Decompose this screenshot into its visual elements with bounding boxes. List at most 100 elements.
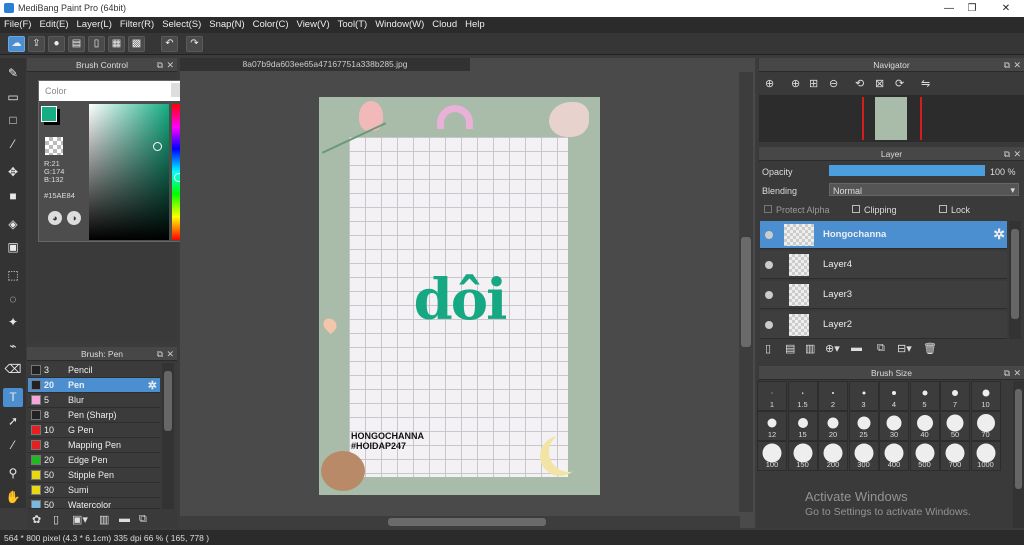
duplicate-layer-icon[interactable]: ⧉ — [877, 342, 885, 355]
brush-size-option[interactable]: 1 — [757, 381, 787, 411]
chat-icon[interactable]: ● — [48, 36, 65, 52]
brush-size-option[interactable]: 500 — [909, 441, 940, 471]
close-button[interactable]: ✕ — [991, 0, 1021, 17]
brush-size-option[interactable]: 30 — [879, 411, 909, 441]
rotate-left-icon[interactable]: ⟲ — [855, 77, 864, 90]
menu-layer[interactable]: Layer(L) — [73, 17, 116, 32]
brush-size-option[interactable]: 70 — [970, 411, 1001, 441]
menu-filter[interactable]: Filter(R) — [116, 17, 158, 32]
maximize-button[interactable]: ❐ — [957, 0, 987, 17]
magic-wand-tool-icon[interactable]: ✦ — [3, 313, 23, 332]
layer-row[interactable]: Hongochanna ✲ — [760, 221, 1007, 249]
brush-item[interactable]: 5 Blur — [28, 393, 160, 408]
menu-tool[interactable]: Tool(T) — [334, 17, 372, 32]
divide-tool-icon[interactable]: ⁄ — [3, 436, 23, 455]
float-icon[interactable]: ⧉ — [1004, 58, 1010, 72]
menu-edit[interactable]: Edit(E) — [35, 17, 72, 32]
brush-item[interactable]: 50 Watercolor — [28, 498, 160, 509]
share-icon[interactable]: ⇪ — [28, 36, 45, 52]
brush-item[interactable]: 3 Pencil — [28, 363, 160, 378]
horizontal-scrollbar[interactable] — [180, 516, 740, 528]
protect-alpha-checkbox[interactable] — [764, 205, 772, 213]
sv-cursor[interactable] — [153, 142, 162, 151]
float-icon[interactable]: ⧉ — [157, 58, 163, 72]
brush-size-option[interactable]: 2 — [818, 381, 848, 411]
page-icon[interactable]: ▯ — [88, 36, 105, 52]
brush-item[interactable]: 30 Sumi — [28, 483, 160, 498]
text-tool-icon[interactable]: T — [3, 388, 23, 407]
scroll-thumb[interactable] — [741, 237, 751, 347]
cloud-icon[interactable]: ☁ — [8, 36, 25, 52]
brush-size-option[interactable]: 100 — [757, 441, 787, 471]
menu-snap[interactable]: Snap(N) — [205, 17, 248, 32]
layer-row[interactable]: Layer2 — [760, 311, 1007, 339]
brush-size-option[interactable]: 50 — [940, 411, 970, 441]
close-icon[interactable]: ✕ — [1013, 147, 1021, 161]
new-halftone-layer-icon[interactable]: ▤ — [785, 342, 795, 355]
brush-size-option[interactable]: 5 — [909, 381, 940, 411]
menu-window[interactable]: Window(W) — [371, 17, 428, 32]
menu-cloud[interactable]: Cloud — [428, 17, 461, 32]
operation-tool-icon[interactable]: ➚ — [3, 412, 23, 431]
delete-layer-icon[interactable]: 🗑 — [923, 342, 937, 355]
rectangle-tool-icon[interactable]: □ — [3, 111, 23, 130]
brush-size-scrollbar[interactable] — [1013, 381, 1024, 528]
brush-size-option[interactable]: 4 — [879, 381, 909, 411]
gear-icon[interactable]: ✲ — [148, 379, 157, 392]
vertical-scrollbar[interactable] — [739, 72, 753, 512]
actual-size-icon[interactable]: ⊠ — [875, 77, 884, 90]
palette-icon[interactable]: ◕ — [48, 211, 62, 225]
float-icon[interactable]: ⧉ — [157, 347, 163, 361]
brush-size-option[interactable]: 1000 — [970, 441, 1001, 471]
navigator-preview[interactable] — [759, 95, 1024, 142]
layer-row[interactable]: Layer3 — [760, 281, 1007, 309]
brush-tool-icon[interactable]: ✎ — [3, 64, 23, 83]
close-icon[interactable]: ✕ — [166, 58, 174, 72]
eraser-tool-icon[interactable]: ▭ — [3, 88, 23, 107]
layer-scrollbar[interactable] — [1009, 221, 1021, 339]
new-page-icon[interactable]: ▯ — [53, 513, 59, 526]
rotate-right-icon[interactable]: ⟳ — [895, 77, 904, 90]
scroll-thumb[interactable] — [164, 371, 172, 431]
select-tool-icon[interactable]: ⬚ — [3, 266, 23, 285]
brush-list-scrollbar[interactable] — [162, 363, 174, 509]
color-settings-icon[interactable]: ◑ — [67, 211, 81, 225]
brush-size-option[interactable]: 150 — [787, 441, 818, 471]
menu-file[interactable]: File(F) — [0, 17, 35, 32]
brush-size-option[interactable]: 700 — [940, 441, 970, 471]
brush-size-option[interactable]: 10 — [970, 381, 1001, 411]
hand-tool-icon[interactable]: ✋ — [3, 488, 23, 507]
brush-item[interactable]: 50 Stipple Pen — [28, 468, 160, 483]
grid-page-icon[interactable]: ▦ — [108, 36, 125, 52]
scroll-thumb[interactable] — [388, 518, 546, 526]
float-icon[interactable]: ⧉ — [1004, 147, 1010, 161]
copy-icon[interactable]: ⧉ — [139, 513, 147, 526]
brush-size-option[interactable]: 200 — [818, 441, 848, 471]
float-icon[interactable]: ⧉ — [1004, 366, 1010, 380]
visibility-icon[interactable] — [765, 321, 773, 329]
folder-icon[interactable]: ▬ — [119, 513, 130, 525]
new-8bit-layer-icon[interactable]: ▥ — [805, 342, 815, 355]
transparent-swatch[interactable] — [45, 137, 63, 155]
gear-icon[interactable]: ✲ — [993, 226, 1005, 243]
bucket-tool-icon[interactable]: ◈ — [3, 215, 23, 234]
brush-size-option[interactable]: 7 — [940, 381, 970, 411]
move-tool-icon[interactable]: ✥ — [3, 163, 23, 182]
add-menu-icon[interactable]: ▣▾ — [72, 513, 88, 526]
brush-size-option[interactable]: 400 — [879, 441, 909, 471]
dot-tool-icon[interactable]: ⁄ — [3, 135, 23, 154]
brush-item[interactable]: 20 Edge Pen — [28, 453, 160, 468]
lock-checkbox[interactable] — [939, 205, 947, 213]
brush-size-option[interactable]: 25 — [848, 411, 879, 441]
eyedropper-tool-icon[interactable]: ⚲ — [3, 464, 23, 483]
close-icon[interactable]: ✕ — [166, 347, 174, 361]
add-layer-menu-icon[interactable]: ⊕▾ — [825, 342, 840, 355]
folder-icon[interactable]: ▬ — [851, 342, 862, 354]
fit-icon[interactable]: ⊞ — [809, 77, 818, 90]
clipping-checkbox[interactable] — [852, 205, 860, 213]
zoom-in-icon[interactable]: ⊕ — [791, 77, 800, 90]
menu-select[interactable]: Select(S) — [158, 17, 205, 32]
opacity-slider[interactable] — [829, 165, 985, 176]
close-icon[interactable]: ✕ — [1013, 58, 1021, 72]
visibility-icon[interactable] — [765, 291, 773, 299]
